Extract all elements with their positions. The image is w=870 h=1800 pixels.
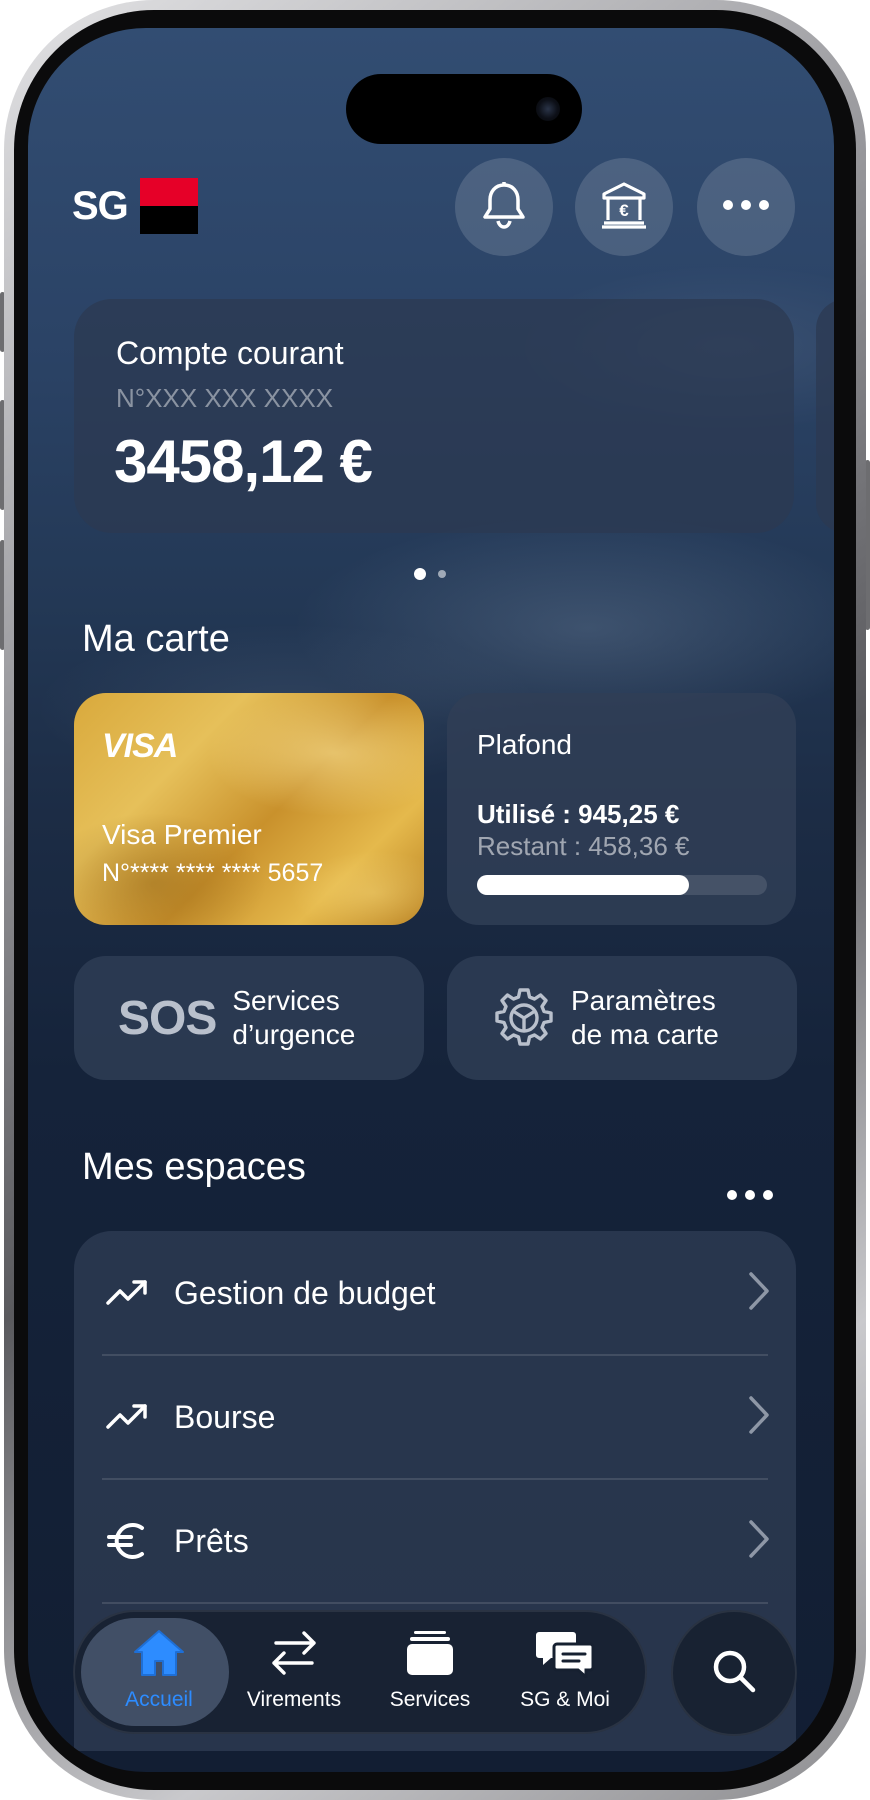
tab-label: Services bbox=[389, 1688, 471, 1711]
emergency-services-label: Services d’urgence bbox=[232, 984, 355, 1052]
more-dot bbox=[727, 1190, 737, 1200]
visa-logo: VISA bbox=[102, 727, 178, 765]
space-item-bourse[interactable]: Bourse bbox=[74, 1355, 796, 1479]
services-icon bbox=[405, 1624, 455, 1682]
spaces-more-button[interactable] bbox=[727, 1190, 773, 1200]
trend-up-icon bbox=[102, 1268, 152, 1318]
visa-card[interactable]: VISA Visa Premier N°**** **** **** 5657 bbox=[74, 693, 424, 925]
divider bbox=[102, 1602, 768, 1604]
chat-icon bbox=[535, 1624, 595, 1682]
account-number: N°XXX XXX XXXX bbox=[116, 383, 334, 413]
tab-services[interactable]: Services bbox=[360, 1624, 500, 1724]
home-icon bbox=[132, 1624, 186, 1682]
euro-icon bbox=[102, 1516, 152, 1566]
card-settings-button[interactable]: Paramètres de ma carte bbox=[447, 956, 797, 1080]
account-title: Compte courant bbox=[116, 335, 344, 371]
card-settings-label: Paramètres de ma carte bbox=[571, 984, 719, 1052]
search-icon bbox=[711, 1648, 757, 1699]
limit-title: Plafond bbox=[477, 729, 572, 760]
account-pager[interactable] bbox=[414, 568, 446, 580]
front-camera bbox=[536, 97, 560, 121]
card-settings-line1: Paramètres bbox=[571, 985, 716, 1016]
more-dot bbox=[763, 1190, 773, 1200]
app-screen: SG € Compte courant N°XXX XXX XXXX 3458,… bbox=[28, 28, 834, 1772]
emergency-services-line2: d’urgence bbox=[232, 1019, 356, 1050]
card-section-title: Ma carte bbox=[82, 618, 230, 660]
limit-progress-bar bbox=[477, 875, 767, 895]
logo-mark bbox=[139, 178, 198, 234]
dynamic-island bbox=[346, 74, 582, 144]
sos-icon: SOS bbox=[118, 991, 217, 1045]
limit-remaining: Restant : 458,36 € bbox=[477, 831, 690, 861]
space-item-label: Prêts bbox=[174, 1522, 249, 1559]
chevron-right-icon bbox=[748, 1395, 770, 1440]
space-item-prets[interactable]: Prêts bbox=[74, 1479, 796, 1603]
tab-virements[interactable]: Virements bbox=[224, 1624, 364, 1724]
search-button[interactable] bbox=[671, 1610, 797, 1736]
chevron-right-icon bbox=[748, 1519, 770, 1564]
space-item-budget[interactable]: Gestion de budget bbox=[74, 1231, 796, 1355]
notifications-button[interactable] bbox=[455, 158, 553, 256]
svg-text:€: € bbox=[619, 201, 629, 220]
tab-label: Accueil bbox=[125, 1688, 193, 1711]
more-icon bbox=[722, 198, 770, 216]
limit-used: Utilisé : 945,25 € bbox=[477, 799, 680, 829]
more-button[interactable] bbox=[697, 158, 795, 256]
emergency-services-button[interactable]: SOS Services d’urgence bbox=[74, 956, 424, 1080]
sg-logo[interactable]: SG bbox=[72, 178, 198, 234]
space-item-label: Gestion de budget bbox=[174, 1274, 436, 1311]
bank-button[interactable]: € bbox=[575, 158, 673, 256]
next-account-card-peek[interactable] bbox=[816, 299, 834, 533]
account-card[interactable]: Compte courant N°XXX XXX XXXX 3458,12 € bbox=[74, 299, 794, 533]
logo-text: SG bbox=[72, 183, 129, 228]
card-number: N°**** **** **** 5657 bbox=[102, 859, 324, 887]
trend-up-icon bbox=[102, 1392, 152, 1442]
transfer-icon bbox=[270, 1624, 318, 1682]
emergency-services-line1: Services bbox=[232, 985, 340, 1016]
pager-dot bbox=[438, 570, 446, 578]
bell-icon bbox=[481, 180, 527, 235]
limit-card[interactable]: Plafond Utilisé : 945,25 € Restant : 458… bbox=[447, 693, 796, 925]
spaces-section-title: Mes espaces bbox=[82, 1146, 306, 1188]
card-settings-line2: de ma carte bbox=[571, 1019, 719, 1050]
limit-progress-fill bbox=[477, 875, 689, 895]
more-dot bbox=[745, 1190, 755, 1200]
tab-bar: Accueil Virements Services SG & Moi bbox=[73, 1610, 647, 1734]
tab-label: SG & Moi bbox=[520, 1688, 610, 1711]
tab-label: Virements bbox=[246, 1688, 342, 1711]
chevron-right-icon bbox=[748, 1271, 770, 1316]
space-item-label: Bourse bbox=[174, 1398, 276, 1435]
pager-dot-active bbox=[414, 568, 426, 580]
bank-euro-icon: € bbox=[599, 181, 649, 234]
gear-icon bbox=[493, 987, 555, 1049]
account-balance: 3458,12 € bbox=[114, 428, 373, 495]
tab-sg-moi[interactable]: SG & Moi bbox=[495, 1624, 635, 1724]
card-name: Visa Premier bbox=[102, 819, 262, 850]
tab-accueil[interactable]: Accueil bbox=[89, 1624, 229, 1724]
